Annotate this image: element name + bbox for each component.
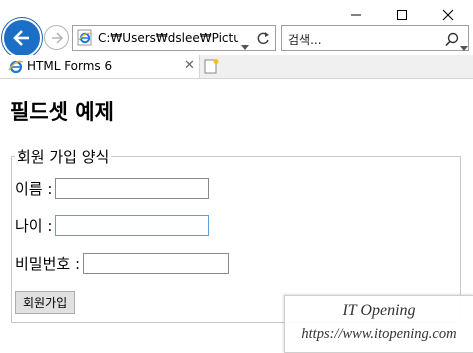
fieldset-legend: 회원 가입 양식: [17, 148, 110, 166]
back-button[interactable]: [2, 18, 42, 58]
watermark-url: https://www.itopening.com: [301, 326, 457, 342]
new-tab-button[interactable]: [203, 58, 220, 75]
age-row: 나이 :: [15, 215, 210, 236]
maximize-icon: [397, 10, 407, 20]
password-label: 비밀번호 :: [15, 255, 81, 273]
name-label: 이름 :: [15, 180, 53, 198]
page-content: 필드셋 예제 회원 가입 양식 이름 : 나이 : 비밀번호 : 회원가입 IT…: [0, 79, 473, 353]
refresh-icon[interactable]: [256, 30, 270, 50]
signup-button[interactable]: 회원가입: [15, 291, 76, 314]
address-bar[interactable]: C:₩Users₩dslee₩Pictures₩: [72, 25, 276, 51]
search-box[interactable]: 검색...: [281, 25, 469, 51]
password-input[interactable]: [83, 253, 230, 274]
arrow-left-icon: [13, 30, 29, 46]
new-tab-icon: [204, 59, 219, 74]
name-row: 이름 :: [15, 178, 210, 199]
ie-tab-icon: [8, 59, 24, 78]
search-icon[interactable]: [445, 31, 459, 50]
tab-html-forms-6[interactable]: HTML Forms 6 ✕: [0, 55, 200, 78]
browser-chrome: C:₩Users₩dslee₩Pictures₩ 검색... HTML Fo: [0, 0, 473, 79]
name-input[interactable]: [55, 178, 210, 199]
ie-page-icon: [77, 29, 93, 50]
password-row: 비밀번호 :: [15, 253, 230, 274]
watermark: IT Opening https://www.itopening.com: [284, 295, 473, 353]
minimize-icon: [351, 14, 361, 16]
close-icon: [442, 9, 454, 21]
address-dropdown-icon[interactable]: [241, 35, 249, 54]
tab-close-icon[interactable]: ✕: [184, 58, 195, 73]
page-title: 필드셋 예제: [10, 100, 114, 124]
age-input[interactable]: [55, 215, 210, 236]
watermark-brand: IT Opening: [342, 302, 416, 319]
search-dropdown-icon[interactable]: [460, 36, 468, 55]
address-text: C:₩Users₩dslee₩Pictures₩: [98, 31, 238, 45]
forward-button[interactable]: [44, 25, 69, 50]
age-label: 나이 :: [15, 217, 53, 235]
arrow-right-icon: [51, 31, 63, 44]
tab-strip: HTML Forms 6 ✕: [0, 55, 473, 79]
search-input[interactable]: 검색...: [288, 31, 322, 48]
tab-title: HTML Forms 6: [27, 59, 113, 73]
